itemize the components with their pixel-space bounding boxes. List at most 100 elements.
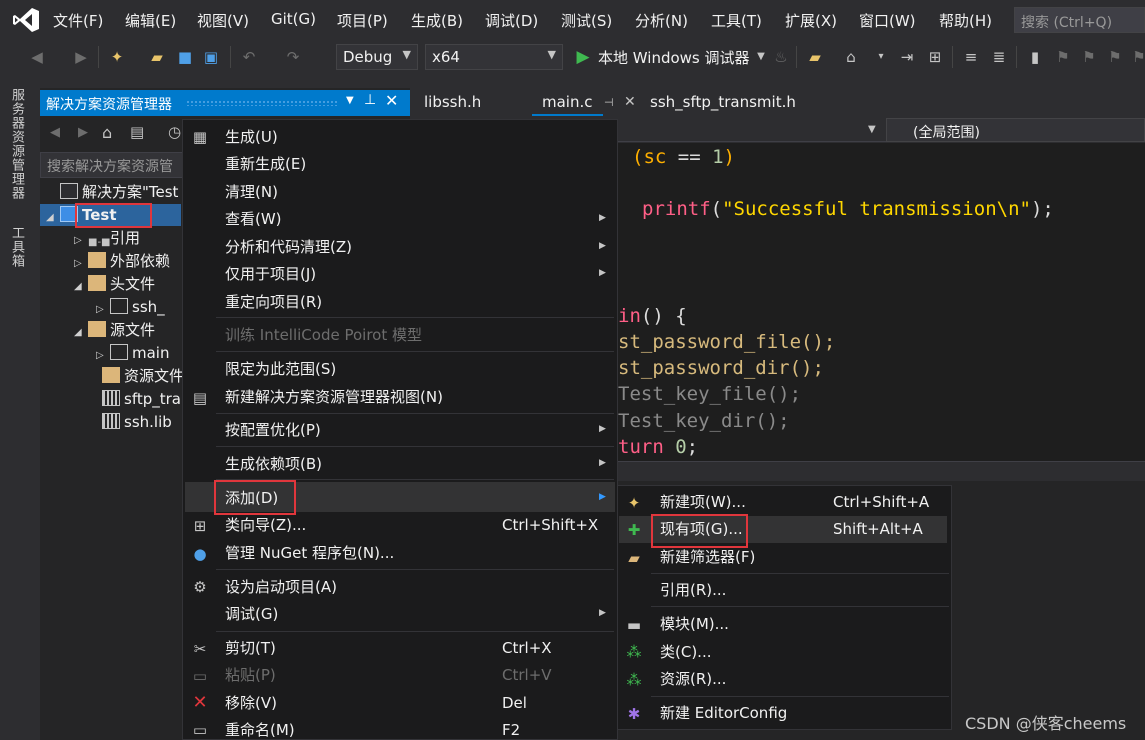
step-icon[interactable]: ⇥ (898, 48, 916, 66)
menu-item-class-wizard[interactable]: 类向导(Z)... (225, 512, 306, 538)
menu-project[interactable]: 项目(P) (337, 10, 388, 31)
prev-bookmark-icon[interactable]: ⚑ (1054, 48, 1072, 66)
close-icon[interactable]: ✕ (624, 94, 636, 110)
forward-icon[interactable]: ▶ (78, 125, 88, 140)
close-icon[interactable]: ✕ (385, 91, 398, 110)
menu-item-rebuild[interactable]: 重新生成(E) (225, 151, 306, 177)
undo-icon[interactable]: ↶ (240, 48, 258, 66)
more-icon[interactable]: ⚑ (1130, 48, 1145, 66)
submenu-item-new-item[interactable]: 新建项(W)... (660, 489, 746, 515)
drag-grip[interactable] (186, 100, 338, 106)
back-icon[interactable]: ◀ (28, 48, 46, 66)
menu-build[interactable]: 生成(B) (411, 10, 463, 31)
menu-tools[interactable]: 工具(T) (711, 10, 762, 31)
submenu-item-class[interactable]: 类(C)... (660, 639, 711, 665)
menu-item-remove[interactable]: 移除(V) (225, 690, 277, 716)
menu-window[interactable]: 窗口(W) (859, 10, 916, 31)
submenu-item-module[interactable]: 模块(M)... (660, 611, 729, 637)
find-in-files-icon[interactable]: ▰ (806, 48, 824, 66)
save-icon[interactable]: ■ (176, 48, 194, 66)
menu-item-project-only[interactable]: 仅用于项目(J) (225, 261, 316, 287)
tree-item-ssh-header[interactable]: ▷ ssh_ (96, 296, 165, 318)
menu-edit[interactable]: 编辑(E) (125, 10, 176, 31)
menu-debug[interactable]: 调试(D) (485, 10, 538, 31)
redo-icon[interactable]: ↷ (284, 48, 302, 66)
open-folder-icon[interactable]: ▰ (148, 48, 166, 66)
home-icon[interactable]: ⌂ (102, 123, 112, 142)
hierarchy-icon[interactable]: ⊞ (926, 48, 944, 66)
bookmark-icon[interactable]: ▮ (1026, 48, 1044, 66)
comment-icon[interactable]: ≡ (962, 48, 980, 66)
menu-help[interactable]: 帮助(H) (939, 10, 992, 31)
pending-changes-icon[interactable]: ◷ (168, 123, 181, 141)
collapse-icon[interactable]: ◢ (46, 207, 60, 229)
collapse-icon[interactable]: ◢ (74, 322, 88, 344)
new-item-icon[interactable]: ✦ (108, 48, 126, 66)
menu-item-cut[interactable]: 剪切(T) (225, 635, 276, 661)
tree-item-external-deps[interactable]: ▷ 外部依赖 (74, 250, 170, 272)
run-debugger-button[interactable]: 本地 Windows 调试器 (598, 47, 750, 68)
browser-icon[interactable]: ⌂ (842, 48, 860, 66)
submenu-item-resource[interactable]: 资源(R)... (660, 666, 726, 692)
menu-analyze[interactable]: 分析(N) (635, 10, 688, 31)
save-all-icon[interactable]: ▣ (202, 48, 220, 66)
config-dropdown[interactable]: Debug ▼ (336, 44, 418, 70)
menu-item-debug[interactable]: 调试(G) (225, 601, 278, 627)
menu-item-view[interactable]: 查看(W) (225, 206, 282, 232)
tree-item-main-c[interactable]: ▷ main (96, 342, 169, 364)
menu-item-build-deps[interactable]: 生成依赖项(B) (225, 451, 322, 477)
hot-reload-icon[interactable]: ♨ (772, 48, 790, 66)
menu-view[interactable]: 视图(V) (197, 10, 249, 31)
chevron-down-icon[interactable]: ▼ (752, 48, 770, 66)
tab-libssh-h[interactable]: libssh.h (414, 91, 491, 116)
chevron-down-icon[interactable]: ▼ (868, 124, 876, 135)
uncomment-icon[interactable]: ≣ (990, 48, 1008, 66)
expand-icon[interactable]: ▷ (96, 299, 110, 321)
play-icon[interactable]: ▶ (574, 48, 592, 66)
menu-item-pgo[interactable]: 按配置优化(P) (225, 417, 321, 443)
expand-icon[interactable]: ▷ (74, 230, 88, 252)
tree-item-references[interactable]: ▷ ■-■引用 (74, 227, 140, 249)
menu-item-new-view[interactable]: 新建解决方案资源管理器视图(N) (225, 384, 443, 410)
next-bookmark-icon[interactable]: ⚑ (1080, 48, 1098, 66)
clear-bookmarks-icon[interactable]: ⚑ (1106, 48, 1124, 66)
menu-test[interactable]: 测试(S) (561, 10, 612, 31)
submenu-item-reference[interactable]: 引用(R)... (660, 577, 726, 603)
submenu-item-new-filter[interactable]: 新建筛选器(F) (660, 544, 755, 570)
server-explorer-tab[interactable]: 服务器资源管理器 (9, 88, 26, 208)
menu-item-rename[interactable]: 重命名(M) (225, 717, 295, 740)
menu-item-analyze[interactable]: 分析和代码清理(Z) (225, 234, 352, 260)
expand-icon[interactable]: ▷ (96, 345, 110, 367)
menu-item-retarget[interactable]: 重定向项目(R) (225, 289, 322, 315)
menu-item-clean[interactable]: 清理(N) (225, 179, 278, 205)
forward-icon[interactable]: ▶ (72, 48, 90, 66)
tree-item-resource-files[interactable]: 资源文件 (88, 365, 184, 387)
menu-item-build[interactable]: 生成(U) (225, 124, 278, 150)
collapse-icon[interactable]: ◢ (74, 276, 88, 298)
back-icon[interactable]: ◀ (50, 125, 60, 140)
toolbox-tab[interactable]: 工具箱 (9, 226, 26, 274)
tree-item-sftp-lib[interactable]: sftp_tra (88, 388, 181, 410)
chevron-down-icon[interactable]: ▾ (872, 48, 890, 66)
platform-dropdown[interactable]: x64 ▼ (425, 44, 563, 70)
tree-item-ssh-lib[interactable]: ssh.lib (88, 411, 172, 433)
pin-icon[interactable]: ⊣ (604, 96, 614, 109)
pin-icon[interactable]: ⊥ (364, 92, 376, 108)
menu-item-scope[interactable]: 限定为此范围(S) (225, 356, 336, 382)
tab-main-c[interactable]: main.c (532, 91, 603, 116)
submenu-item-editorconfig[interactable]: 新建 EditorConfig (660, 700, 787, 726)
tree-item-solution[interactable]: 解决方案"Test (60, 181, 178, 203)
menu-item-startup[interactable]: 设为启动项目(A) (225, 574, 337, 600)
tree-item-source-files[interactable]: ◢ 源文件 (74, 319, 155, 341)
menu-file[interactable]: 文件(F) (53, 10, 103, 31)
menu-item-nuget[interactable]: 管理 NuGet 程序包(N)... (225, 540, 394, 566)
chevron-down-icon[interactable]: ▼ (346, 95, 354, 106)
tab-ssh-sftp-transmit-h[interactable]: ssh_sftp_transmit.h (640, 91, 806, 116)
tree-item-header-files[interactable]: ◢ 头文件 (74, 273, 155, 295)
scope-dropdown[interactable]: (全局范围) (886, 118, 1145, 142)
menu-git[interactable]: Git(G) (271, 10, 316, 28)
expand-icon[interactable]: ▷ (74, 253, 88, 275)
switch-views-icon[interactable]: ▤ (130, 123, 144, 141)
menu-extensions[interactable]: 扩展(X) (785, 10, 837, 31)
search-input[interactable]: 搜索 (Ctrl+Q) (1014, 7, 1145, 33)
